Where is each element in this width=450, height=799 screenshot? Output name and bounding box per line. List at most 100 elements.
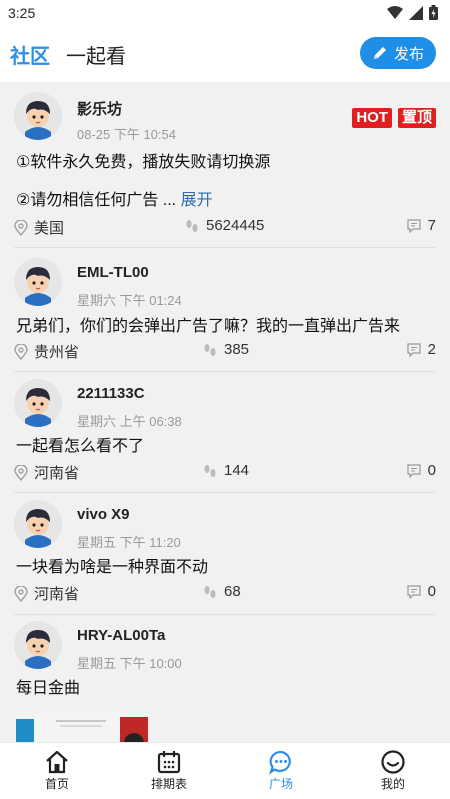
nav-plaza-label: 广场 xyxy=(268,777,293,791)
avatar-icon xyxy=(14,500,62,548)
footprint-icon xyxy=(204,464,216,477)
views: 68 xyxy=(202,583,241,600)
comments-count: 0 xyxy=(427,583,436,600)
pinned-badge: 置顶 xyxy=(397,108,436,128)
post-time: 星期五 下午 10:00 xyxy=(77,656,182,671)
avatar-icon xyxy=(14,258,62,306)
bottom-nav: 首页 排期表 广场 我的 xyxy=(0,742,450,799)
post-username[interactable]: vivo X9 xyxy=(77,506,130,523)
comments[interactable]: 0 xyxy=(406,583,436,600)
comment-icon xyxy=(407,585,421,599)
location-pin-icon xyxy=(14,219,28,236)
footprint-icon xyxy=(204,585,216,598)
comment-icon xyxy=(407,219,421,233)
post-text-line: ①软件永久免费，播放失败请切换源 xyxy=(16,154,271,171)
post-text-line: 兄弟们，你们的会弹出广告了嘛？我的一直弹出广告来 xyxy=(16,318,401,335)
post-time: 08-25 下午 10:54 xyxy=(77,127,177,142)
post-item[interactable]: vivo X9 星期五 下午 11:20 一块看为啥是一种界面不动 河南省 68… xyxy=(0,490,450,615)
post-meta: 贵州省 385 2 xyxy=(14,341,436,365)
nav-home-label: 首页 xyxy=(44,777,69,791)
hot-badge: HOT xyxy=(352,108,392,128)
views-count: 5624445 xyxy=(206,217,265,234)
post-username[interactable]: 影乐坊 xyxy=(77,98,122,119)
avatar[interactable] xyxy=(14,258,62,306)
avatar[interactable] xyxy=(14,621,62,669)
avatar[interactable] xyxy=(14,92,62,140)
location-text: 河南省 xyxy=(34,465,80,482)
views-count: 68 xyxy=(224,583,241,600)
publish-label: 发布 xyxy=(393,45,424,63)
post-item[interactable]: EML-TL00 星期六 下午 01:24 兄弟们，你们的会弹出广告了嘛？我的一… xyxy=(0,248,450,372)
nav-mine-label: 我的 xyxy=(380,777,405,791)
tab-community[interactable]: 社区 xyxy=(10,40,50,69)
post-username[interactable]: HRY-AL00Ta xyxy=(77,627,165,644)
avatar-icon xyxy=(14,621,62,669)
calendar-icon xyxy=(157,751,181,774)
nav-schedule-label: 排期表 xyxy=(150,777,187,791)
chat-icon xyxy=(269,750,291,775)
avatar-icon xyxy=(14,92,62,140)
battery-icon xyxy=(429,5,438,20)
top-bar: 社区 一起看 发布 xyxy=(0,26,450,82)
comments[interactable]: 0 xyxy=(406,462,436,479)
status-time: 3:25 xyxy=(8,5,36,21)
post-time: 星期六 下午 01:24 xyxy=(77,293,182,308)
home-icon xyxy=(46,750,68,774)
comments[interactable]: 2 xyxy=(406,341,436,358)
location: 河南省 xyxy=(14,462,79,483)
nav-mine[interactable]: 我的 xyxy=(358,749,428,792)
post-text-line: ②请勿相信任何广告 ... 展开 xyxy=(16,186,213,210)
nav-plaza[interactable]: 广场 xyxy=(246,749,316,792)
tab-watch-together[interactable]: 一起看 xyxy=(66,40,126,69)
post-image-thumbnail[interactable] xyxy=(16,713,148,742)
views: 5624445 xyxy=(184,217,264,234)
views-count: 144 xyxy=(224,462,250,479)
location: 贵州省 xyxy=(14,341,79,362)
publish-button[interactable]: 发布 xyxy=(360,37,436,69)
footprint-icon xyxy=(204,343,216,356)
comments[interactable]: 7 xyxy=(406,217,436,234)
post-text-line-2: ②请勿相信任何广告 ... xyxy=(16,192,177,209)
comments-count: 2 xyxy=(427,341,436,358)
post-time: 星期六 上午 06:38 xyxy=(77,414,182,429)
avatar[interactable] xyxy=(14,500,62,548)
location-text: 河南省 xyxy=(34,586,80,603)
post-username[interactable]: EML-TL00 xyxy=(77,264,149,281)
comment-icon xyxy=(407,464,421,478)
post-username[interactable]: 2211133C xyxy=(77,385,145,402)
views-count: 385 xyxy=(224,341,250,358)
post-text-line: 一起看怎么看不了 xyxy=(16,438,145,455)
location-text: 美国 xyxy=(34,220,65,237)
comment-icon xyxy=(407,343,421,357)
post-meta: 美国 5624445 7 xyxy=(14,217,436,241)
avatar[interactable] xyxy=(14,379,62,427)
wifi-icon xyxy=(387,5,403,19)
post-meta: 河南省 144 0 xyxy=(14,462,436,486)
footprint-icon xyxy=(186,219,198,232)
comments-count: 0 xyxy=(427,462,436,479)
pencil-icon xyxy=(373,47,386,59)
location-pin-icon xyxy=(14,464,28,481)
comments-count: 7 xyxy=(427,217,436,234)
post-meta: 河南省 68 0 xyxy=(14,583,436,607)
status-icons xyxy=(387,5,438,20)
post-feed[interactable]: 影乐坊 08-25 下午 10:54 HOT 置顶 ①软件永久免费，播放失败请切… xyxy=(0,82,450,742)
location-pin-icon xyxy=(14,343,28,360)
nav-schedule[interactable]: 排期表 xyxy=(134,749,204,792)
signal-icon xyxy=(409,5,423,20)
location-pin-icon xyxy=(14,585,28,602)
expand-link[interactable]: 展开 xyxy=(181,192,213,209)
nav-home[interactable]: 首页 xyxy=(22,749,92,792)
avatar-icon xyxy=(14,379,62,427)
status-bar: 3:25 xyxy=(0,0,450,26)
post-text-line: 每日金曲 xyxy=(16,680,81,697)
views: 385 xyxy=(202,341,249,358)
location: 美国 xyxy=(14,217,64,238)
post-item[interactable]: 影乐坊 08-25 下午 10:54 HOT 置顶 ①软件永久免费，播放失败请切… xyxy=(0,82,450,248)
post-text-line: 一块看为啥是一种界面不动 xyxy=(16,559,209,576)
post-time: 星期五 下午 11:20 xyxy=(77,535,181,550)
video-thumbnail-image xyxy=(16,713,148,742)
post-badges: HOT 置顶 xyxy=(352,108,436,128)
post-item[interactable]: 2211133C 星期六 上午 06:38 一起看怎么看不了 河南省 144 0 xyxy=(0,369,450,493)
post-item[interactable]: HRY-AL00Ta 星期五 下午 10:00 每日金曲 xyxy=(0,611,450,742)
